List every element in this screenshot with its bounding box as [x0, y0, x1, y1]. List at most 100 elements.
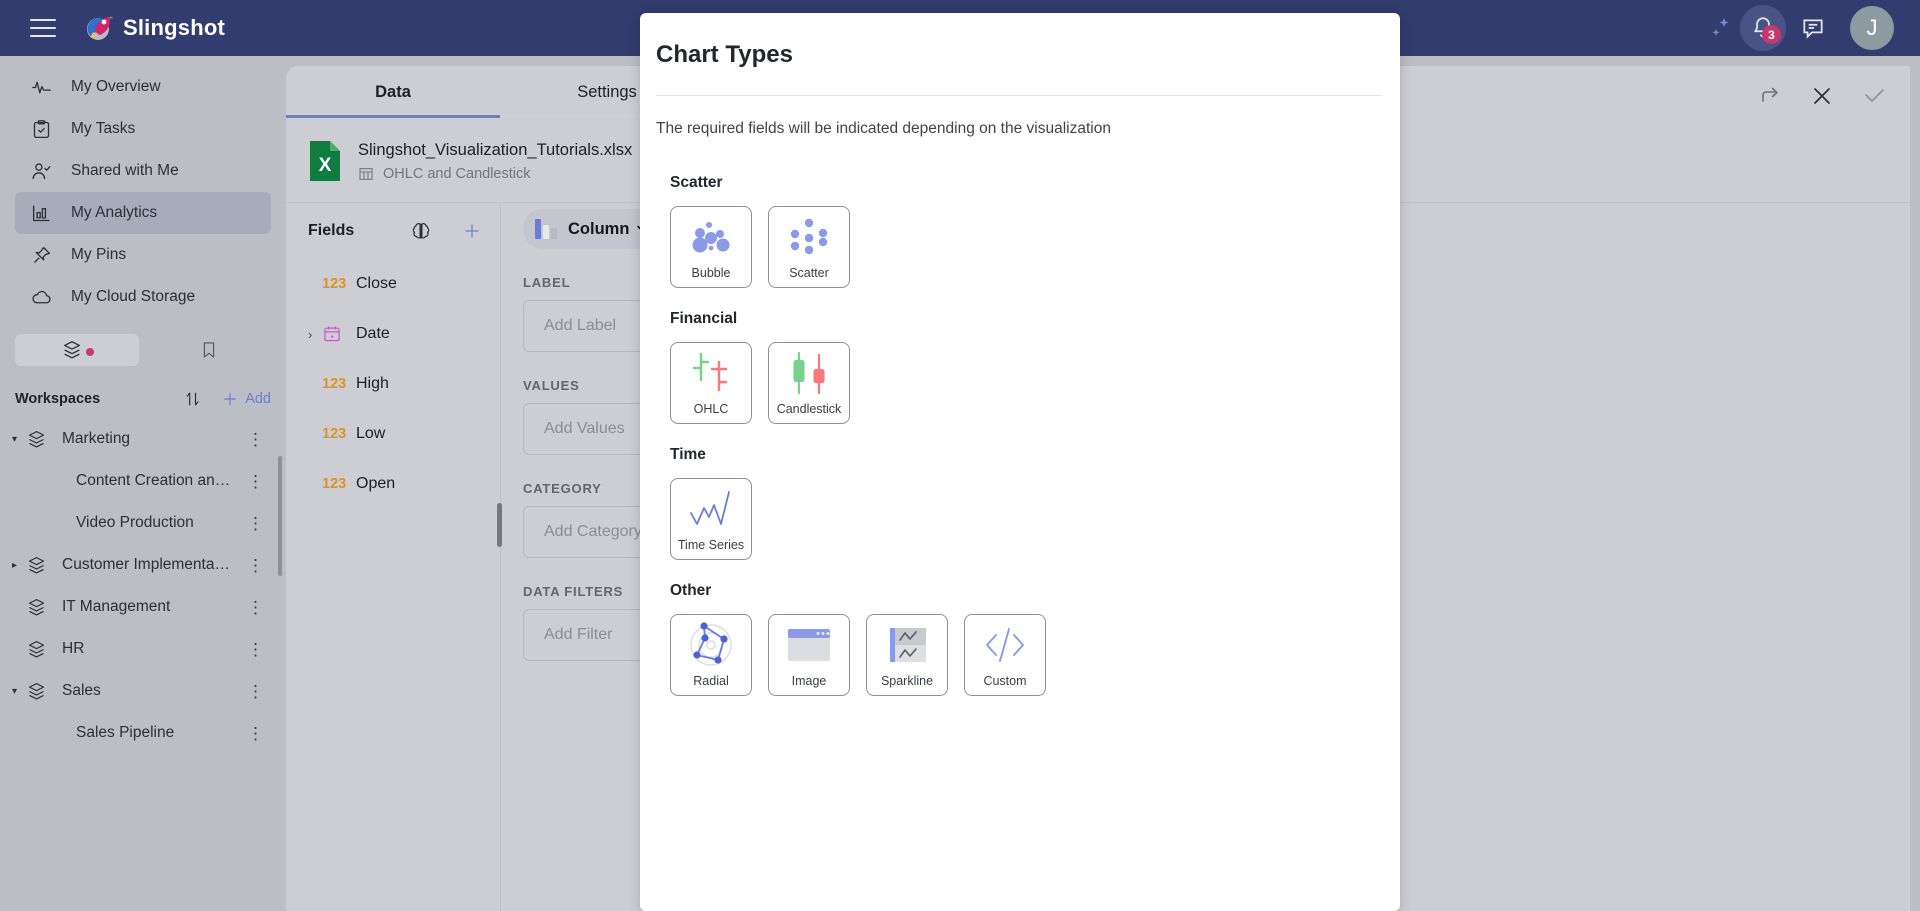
workspace-item[interactable]: IT Management ⋮ — [0, 586, 286, 628]
tab-data[interactable]: Data — [286, 66, 500, 118]
pulse-icon — [31, 77, 57, 98]
workspace-expand-caret[interactable]: ▾ — [12, 686, 26, 697]
chart-card-row: Bubble Scatter — [670, 206, 1382, 288]
chart-group-title: Other — [670, 582, 712, 599]
chart-type-card[interactable]: OHLC — [670, 342, 752, 424]
layers-icon — [26, 639, 52, 660]
hamburger-menu-icon[interactable] — [30, 19, 56, 37]
chart-type-card[interactable]: Radial — [670, 614, 752, 696]
brand-name: Slingshot — [123, 15, 226, 40]
chart-type-card[interactable]: Candlestick — [768, 342, 850, 424]
workspace-menu-icon[interactable]: ⋮ — [247, 473, 264, 490]
brain-icon[interactable] — [410, 220, 432, 242]
sidebar-item-label: My Overview — [71, 78, 161, 95]
sidebar-item-label: My Analytics — [71, 204, 158, 221]
ohlc-chart-icon — [671, 343, 751, 402]
field-type-badge: 123 — [322, 276, 347, 292]
segment-bookmarks[interactable] — [147, 334, 271, 366]
field-name: Open — [356, 475, 396, 492]
field-type-badge: 123 — [322, 476, 347, 492]
notifications-button[interactable]: 3 — [1740, 5, 1786, 51]
cloud-icon — [31, 287, 57, 308]
chart-group-title: Scatter — [670, 174, 723, 191]
fields-column: Fields 123 Close › Date 123 High 123 Low… — [286, 203, 500, 911]
add-workspace-button[interactable]: Add — [221, 390, 271, 408]
chart-type-card[interactable]: Image — [768, 614, 850, 696]
workspace-menu-icon[interactable]: ⋮ — [247, 515, 264, 532]
chart-type-card[interactable]: Scatter — [768, 206, 850, 288]
sparkline-chart-icon — [867, 615, 947, 674]
workspace-menu-icon[interactable]: ⋮ — [247, 641, 264, 658]
close-x-icon[interactable] — [1810, 84, 1834, 108]
sidebar-item-my-analytics[interactable]: My Analytics — [15, 192, 271, 234]
workspace-item[interactable]: Video Production ⋮ — [0, 502, 286, 544]
chart-type-card[interactable]: Sparkline — [866, 614, 948, 696]
workspace-menu-icon[interactable]: ⋮ — [247, 557, 264, 574]
chart-type-card[interactable]: Bubble — [670, 206, 752, 288]
field-item[interactable]: › Date — [286, 309, 500, 359]
sheet-row: OHLC and Candlestick — [358, 166, 632, 182]
sidebar-item-label: My Tasks — [71, 120, 136, 137]
workspace-name: Video Production — [76, 514, 194, 531]
add-field-button[interactable] — [462, 221, 482, 241]
layers-icon — [26, 597, 52, 618]
layers-icon — [63, 341, 80, 359]
bubble-chart-icon — [671, 207, 751, 266]
rocket-logo-icon — [84, 13, 114, 43]
workspace-menu-icon[interactable]: ⋮ — [247, 683, 264, 700]
avatar[interactable]: J — [1850, 6, 1894, 50]
chat-button[interactable] — [1790, 5, 1836, 51]
brand[interactable]: Slingshot — [84, 13, 225, 43]
segment-workspaces[interactable] — [15, 334, 139, 366]
sidebar-item-label: Shared with Me — [71, 162, 179, 179]
workspace-item[interactable]: HR ⋮ — [0, 628, 286, 670]
workspace-item[interactable]: Sales Pipeline ⋮ — [0, 712, 286, 754]
sidebar-item-my-overview[interactable]: My Overview — [15, 66, 271, 108]
layers-icon — [26, 681, 52, 702]
workspace-list: ▾ Marketing ⋮ Content Creation an… ⋮ Video Pr… — [0, 418, 286, 754]
sidebar-item-my-cloud-storage[interactable]: My Cloud Storage — [15, 276, 271, 318]
chart-type-card[interactable]: Custom — [964, 614, 1046, 696]
workspace-menu-icon[interactable]: ⋮ — [247, 599, 264, 616]
workspace-menu-icon[interactable]: ⋮ — [247, 725, 264, 742]
check-icon[interactable] — [1862, 84, 1886, 108]
sidebar-scrollbar[interactable] — [278, 456, 282, 576]
sidebar-item-shared-with-me[interactable]: Shared with Me — [15, 150, 271, 192]
workspaces-title: Workspaces — [15, 391, 101, 407]
sidebar: My Overview My Tasks Shared with Me My A… — [0, 56, 286, 911]
chart-type-card[interactable]: Time Series — [670, 478, 752, 560]
sidebar-item-my-pins[interactable]: My Pins — [15, 234, 271, 276]
field-expand-chevron[interactable]: › — [308, 327, 322, 342]
sparkle-icon[interactable] — [1702, 11, 1736, 45]
table-icon — [358, 166, 374, 182]
workspace-expand-caret[interactable]: ▸ — [12, 560, 26, 571]
panel-scrollbar[interactable] — [497, 503, 502, 547]
field-item[interactable]: 123 Close — [286, 259, 500, 309]
field-type-badge: 123 — [322, 426, 347, 442]
workspace-item[interactable]: ▾ Marketing ⋮ — [0, 418, 286, 460]
workspace-menu-icon[interactable]: ⋮ — [247, 431, 264, 448]
chart-group-title: Time — [670, 446, 706, 463]
chart-type-label: Custom — [983, 674, 1027, 688]
person-check-icon — [31, 161, 57, 182]
sort-arrows-icon[interactable] — [183, 389, 203, 409]
workspace-name: HR — [62, 640, 85, 657]
workspace-name: Marketing — [62, 430, 131, 447]
chart-type-label: Candlestick — [776, 402, 842, 416]
workspace-item[interactable]: ▸ Customer Implementa… ⋮ — [0, 544, 286, 586]
workspaces-header: Workspaces Add — [15, 386, 271, 412]
layers-icon — [26, 429, 52, 450]
share-arrow-icon[interactable] — [1758, 84, 1782, 108]
workspace-expand-caret[interactable]: ▾ — [12, 434, 26, 445]
chart-card-row: Radial Image Sparkline Custom — [670, 614, 1382, 696]
field-name: Close — [356, 275, 397, 292]
workspace-item[interactable]: ▾ Sales ⋮ — [0, 670, 286, 712]
workspace-name: Sales Pipeline — [76, 724, 175, 741]
workspace-item[interactable]: Content Creation an… ⋮ — [0, 460, 286, 502]
field-item[interactable]: 123 Low — [286, 409, 500, 459]
sheet-name: OHLC and Candlestick — [383, 165, 531, 182]
dialog-description: The required fields will be indicated de… — [656, 120, 1111, 137]
field-item[interactable]: 123 Open — [286, 459, 500, 509]
field-item[interactable]: 123 High — [286, 359, 500, 409]
sidebar-item-my-tasks[interactable]: My Tasks — [15, 108, 271, 150]
